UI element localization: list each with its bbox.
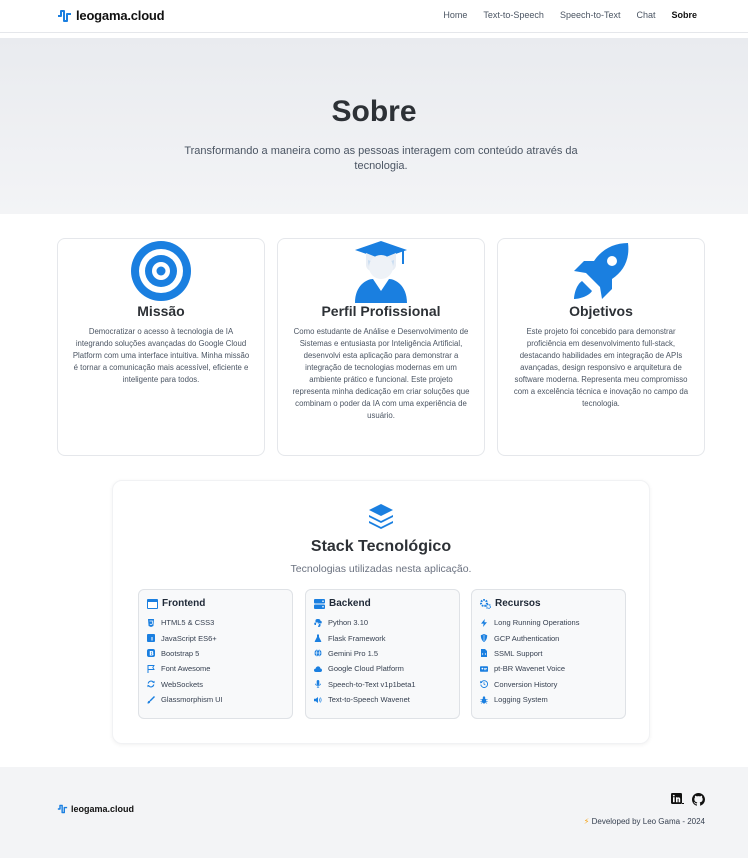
list-item: Python 3.10: [314, 615, 416, 630]
navbar: leogama.cloud Home Text-to-Speech Speech…: [0, 0, 748, 33]
svg-text:B: B: [149, 651, 154, 658]
python-icon: [314, 618, 322, 627]
footer-brand-link[interactable]: leogama.cloud: [57, 804, 134, 814]
column-header: Frontend: [147, 598, 205, 609]
list-item: Glassmorphism UI: [147, 692, 223, 707]
shield-icon: [480, 634, 488, 643]
list-item: Gemini Pro 1.5: [314, 646, 416, 661]
history-icon: [480, 680, 488, 689]
target-icon: [58, 241, 264, 301]
stack-subtitle: Tecnologias utilizadas nesta aplicação.: [290, 563, 472, 575]
sync-icon: [147, 680, 155, 688]
server-icon: [314, 598, 325, 609]
card-text: Democratizar o acesso à tecnologia de IA…: [72, 327, 250, 384]
list-item: Font Awesome: [147, 661, 223, 676]
column-title: Backend: [329, 598, 371, 609]
card-missao: Missão Democratizar o acesso à tecnologi…: [57, 238, 265, 456]
card-perfil-profissional: Perfil Profissional Como estudante de An…: [277, 238, 485, 456]
list-item: pt-BR Wavenet Voice: [480, 661, 579, 676]
linkedin-icon: [671, 793, 684, 804]
waveform-logo-icon: [58, 9, 71, 22]
brand-name: leogama.cloud: [76, 8, 165, 23]
list-item: WebSockets: [147, 677, 223, 692]
nav-sobre[interactable]: Sobre: [671, 10, 697, 20]
card-objetivos: Objetivos Este projeto foi concebido par…: [497, 238, 705, 456]
column-list: Long Running Operations GCP Authenticati…: [480, 615, 579, 707]
html5-icon: [148, 618, 154, 627]
card-title: Objetivos: [569, 303, 633, 319]
volume-icon: [314, 696, 322, 703]
column-title: Recursos: [495, 598, 541, 609]
gears-icon: [480, 598, 491, 609]
nav-links: Home Text-to-Speech Speech-to-Text Chat …: [443, 10, 697, 20]
footer-brand-name: leogama.cloud: [71, 804, 135, 814]
list-item: Speech-to-Text v1p1beta1: [314, 677, 416, 692]
flag-icon: [147, 664, 155, 673]
globe-icon: [314, 649, 322, 658]
stack-column-recursos: Recursos Long Running Operations GCP Aut…: [471, 589, 626, 719]
column-header: Recursos: [480, 598, 541, 609]
graduate-icon: [278, 241, 484, 303]
bootstrap-icon: B: [147, 649, 155, 658]
nav-speech-to-text[interactable]: Speech-to-Text: [560, 10, 621, 20]
card-title: Missão: [137, 303, 185, 319]
brand-link[interactable]: leogama.cloud: [57, 8, 165, 23]
cloud-icon: [314, 666, 322, 672]
github-icon: [692, 793, 705, 806]
id-card-icon: [480, 666, 488, 672]
microphone-icon: [315, 680, 321, 689]
list-item: Conversion History: [480, 677, 579, 692]
nav-home[interactable]: Home: [443, 10, 467, 20]
column-list: Python 3.10 Flask Framework Gemini Pro 1…: [314, 615, 416, 707]
window-icon: [147, 598, 158, 609]
card-text: Como estudante de Análise e Desenvolvime…: [292, 327, 470, 420]
list-item: Long Running Operations: [480, 615, 579, 630]
stack-column-backend: Backend Python 3.10 Flask Framework Gemi…: [305, 589, 460, 719]
code-file-icon: [481, 649, 487, 658]
list-item: B Bootstrap 5: [147, 646, 223, 661]
card-title: Perfil Profissional: [321, 303, 441, 319]
waveform-logo-icon: [57, 804, 68, 814]
column-title: Frontend: [162, 598, 206, 609]
list-item: Text-to-Speech Wavenet: [314, 692, 416, 707]
list-item: GCP Authentication: [480, 630, 579, 645]
layers-icon: [369, 504, 393, 529]
bug-icon: [480, 696, 488, 704]
nav-chat[interactable]: Chat: [636, 10, 655, 20]
rocket-icon: [498, 241, 704, 301]
list-item: JavaScript ES6+: [147, 630, 223, 645]
brush-icon: [147, 695, 155, 704]
hero-section: Sobre Transformando a maneira como as pe…: [0, 38, 748, 214]
social-links: [671, 793, 705, 811]
footer-credit: ⚡ Developed by Leo Gama - 2024: [583, 817, 705, 826]
tech-stack-section: Stack Tecnológico Tecnologias utilizadas…: [112, 480, 650, 744]
column-header: Backend: [314, 598, 371, 609]
js-icon: [147, 634, 155, 643]
nav-text-to-speech[interactable]: Text-to-Speech: [483, 10, 544, 20]
card-text: Este projeto foi concebido para demonstr…: [513, 327, 689, 408]
page-subtitle: Transformando a maneira como as pessoas …: [184, 145, 578, 172]
linkedin-link[interactable]: [671, 793, 684, 811]
bolt-icon: [481, 618, 487, 627]
bolt-icon: ⚡: [583, 817, 590, 826]
column-list: HTML5 & CSS3 JavaScript ES6+ B Bootstrap…: [147, 615, 223, 707]
stack-title: Stack Tecnológico: [310, 538, 452, 555]
list-item: Logging System: [480, 692, 579, 707]
list-item: Flask Framework: [314, 630, 416, 645]
github-link[interactable]: [692, 793, 705, 811]
flask-icon: [314, 634, 322, 643]
list-item: Google Cloud Platform: [314, 661, 416, 676]
footer: leogama.cloud ⚡ Developed by Leo Gama - …: [0, 767, 748, 858]
page-title: Sobre: [331, 95, 417, 128]
list-item: HTML5 & CSS3: [147, 615, 223, 630]
list-item: SSML Support: [480, 646, 579, 661]
stack-column-frontend: Frontend HTML5 & CSS3 JavaScript ES6+ B …: [138, 589, 293, 719]
